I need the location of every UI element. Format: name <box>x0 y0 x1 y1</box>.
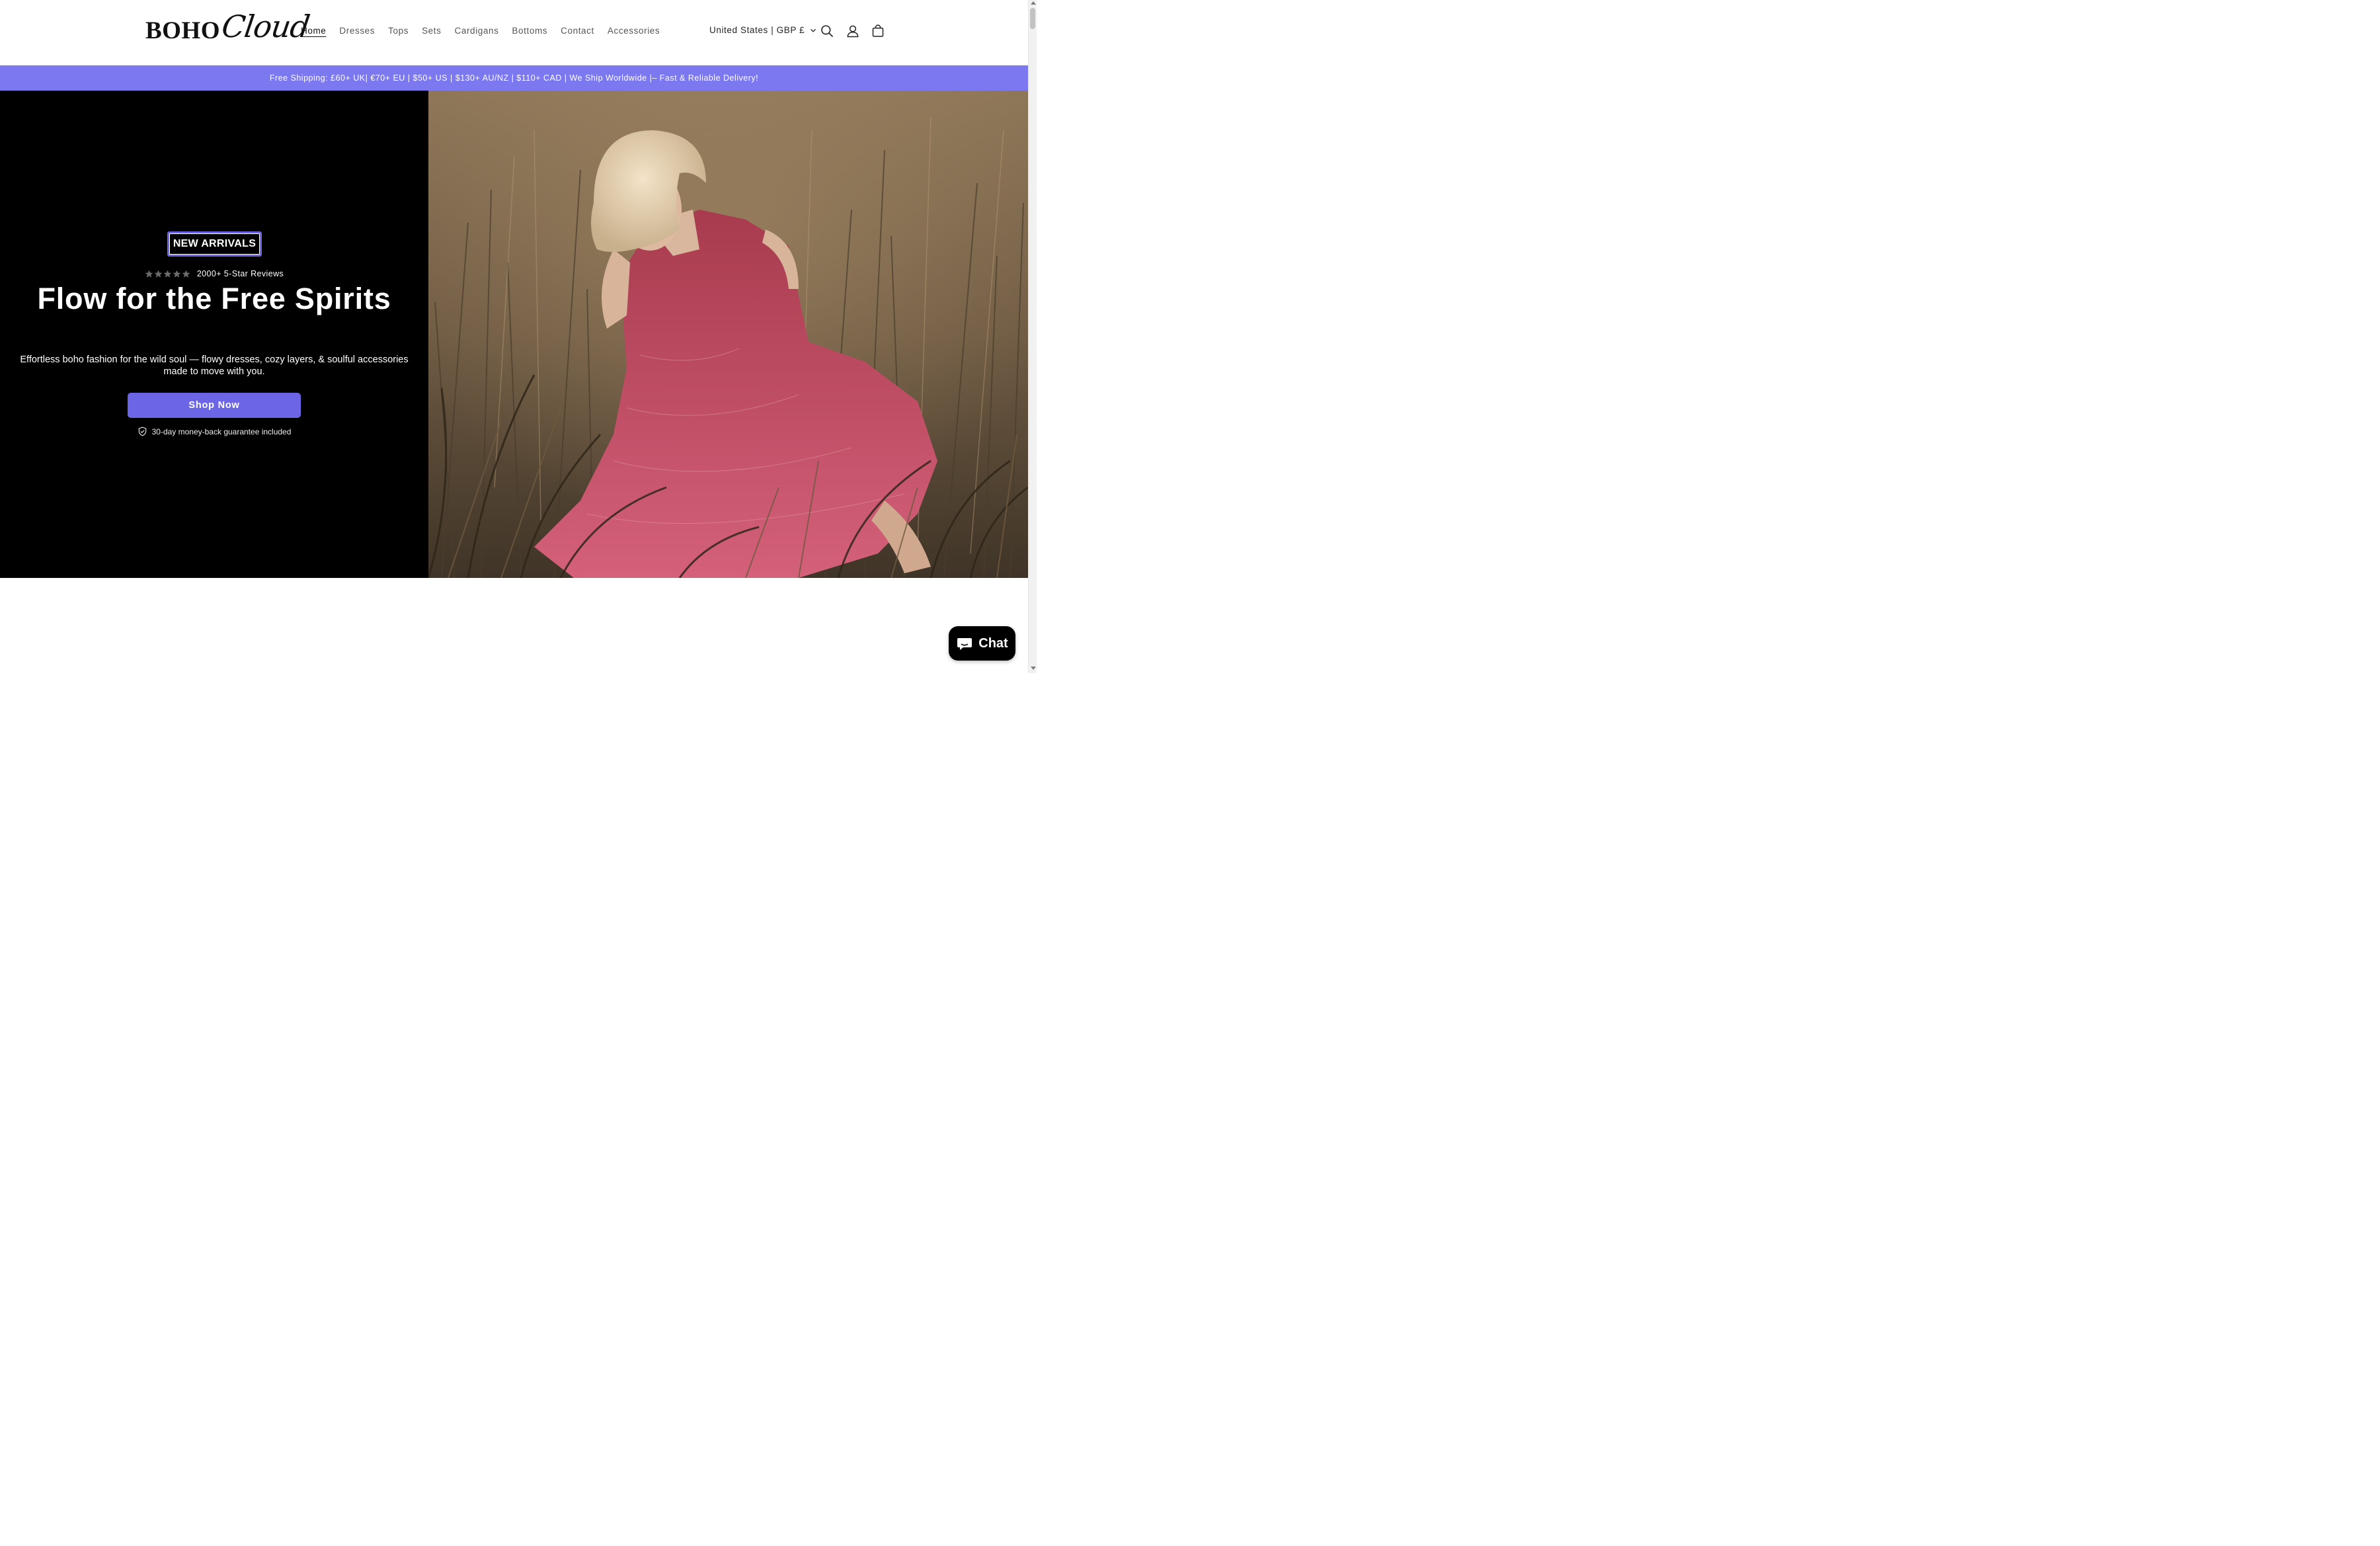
account-icon[interactable] <box>846 24 860 38</box>
nav-item-dresses[interactable]: Dresses <box>333 25 381 37</box>
nav-item-contact[interactable]: Contact <box>554 25 601 37</box>
main-nav: Home Dresses Tops Sets Cardigans Bottoms… <box>294 25 666 37</box>
announcement-text: Free Shipping: £60+ UK| €70+ EU | $50+ U… <box>269 73 759 83</box>
nav-item-accessories[interactable]: Accessories <box>601 25 666 37</box>
locale-label: United States | GBP £ <box>709 25 805 35</box>
shop-now-button[interactable]: Shop Now <box>128 393 301 418</box>
scroll-up-arrow-icon[interactable] <box>1031 1 1036 5</box>
scroll-down-arrow-icon[interactable] <box>1031 667 1036 670</box>
announcement-bar: Free Shipping: £60+ UK| €70+ EU | $50+ U… <box>0 65 1028 91</box>
hero-subtext: Effortless boho fashion for the wild sou… <box>20 354 409 377</box>
chat-bubble-icon <box>957 638 972 650</box>
star-icon <box>145 270 153 278</box>
page-scrollbar[interactable] <box>1028 0 1037 673</box>
reviews-text: 2000+ 5-Star Reviews <box>196 269 284 278</box>
hero-text-panel: NEW ARRIVALS 2000+ 5-Star Reviews Flow f… <box>0 91 428 578</box>
scrollbar-thumb[interactable] <box>1030 8 1035 29</box>
site-header: BOHO Cloud Home Dresses Tops Sets Cardig… <box>0 0 1028 65</box>
hero-image <box>428 91 1028 578</box>
logo-wordmark: BOHO <box>145 17 221 44</box>
chat-button[interactable]: Chat <box>949 626 1015 661</box>
locale-selector[interactable]: United States | GBP £ <box>709 25 816 35</box>
reviews-row: 2000+ 5-Star Reviews <box>0 269 428 278</box>
star-rating <box>145 270 190 278</box>
guarantee-note: 30-day money-back guarantee included <box>0 427 428 436</box>
star-icon <box>173 270 181 278</box>
chat-label: Chat <box>978 635 1008 651</box>
nav-item-sets[interactable]: Sets <box>415 25 448 37</box>
hero-headline: Flow for the Free Spirits <box>37 282 391 315</box>
new-arrivals-badge: NEW ARRIVALS <box>167 231 262 257</box>
nav-item-home[interactable]: Home <box>294 25 333 37</box>
star-icon <box>154 270 163 278</box>
brand-logo[interactable]: BOHO Cloud <box>145 8 311 53</box>
nav-item-bottoms[interactable]: Bottoms <box>505 25 554 37</box>
model-in-grass-photo <box>428 91 1028 578</box>
search-icon[interactable] <box>820 24 834 38</box>
chevron-down-icon <box>811 28 816 32</box>
star-icon <box>182 270 190 278</box>
guarantee-text: 30-day money-back guarantee included <box>151 427 292 436</box>
star-icon <box>163 270 172 278</box>
shield-check-icon <box>138 427 146 436</box>
nav-item-cardigans[interactable]: Cardigans <box>448 25 505 37</box>
nav-item-tops[interactable]: Tops <box>381 25 415 37</box>
hero-banner: NEW ARRIVALS 2000+ 5-Star Reviews Flow f… <box>0 91 1028 578</box>
cart-icon[interactable] <box>871 24 885 38</box>
